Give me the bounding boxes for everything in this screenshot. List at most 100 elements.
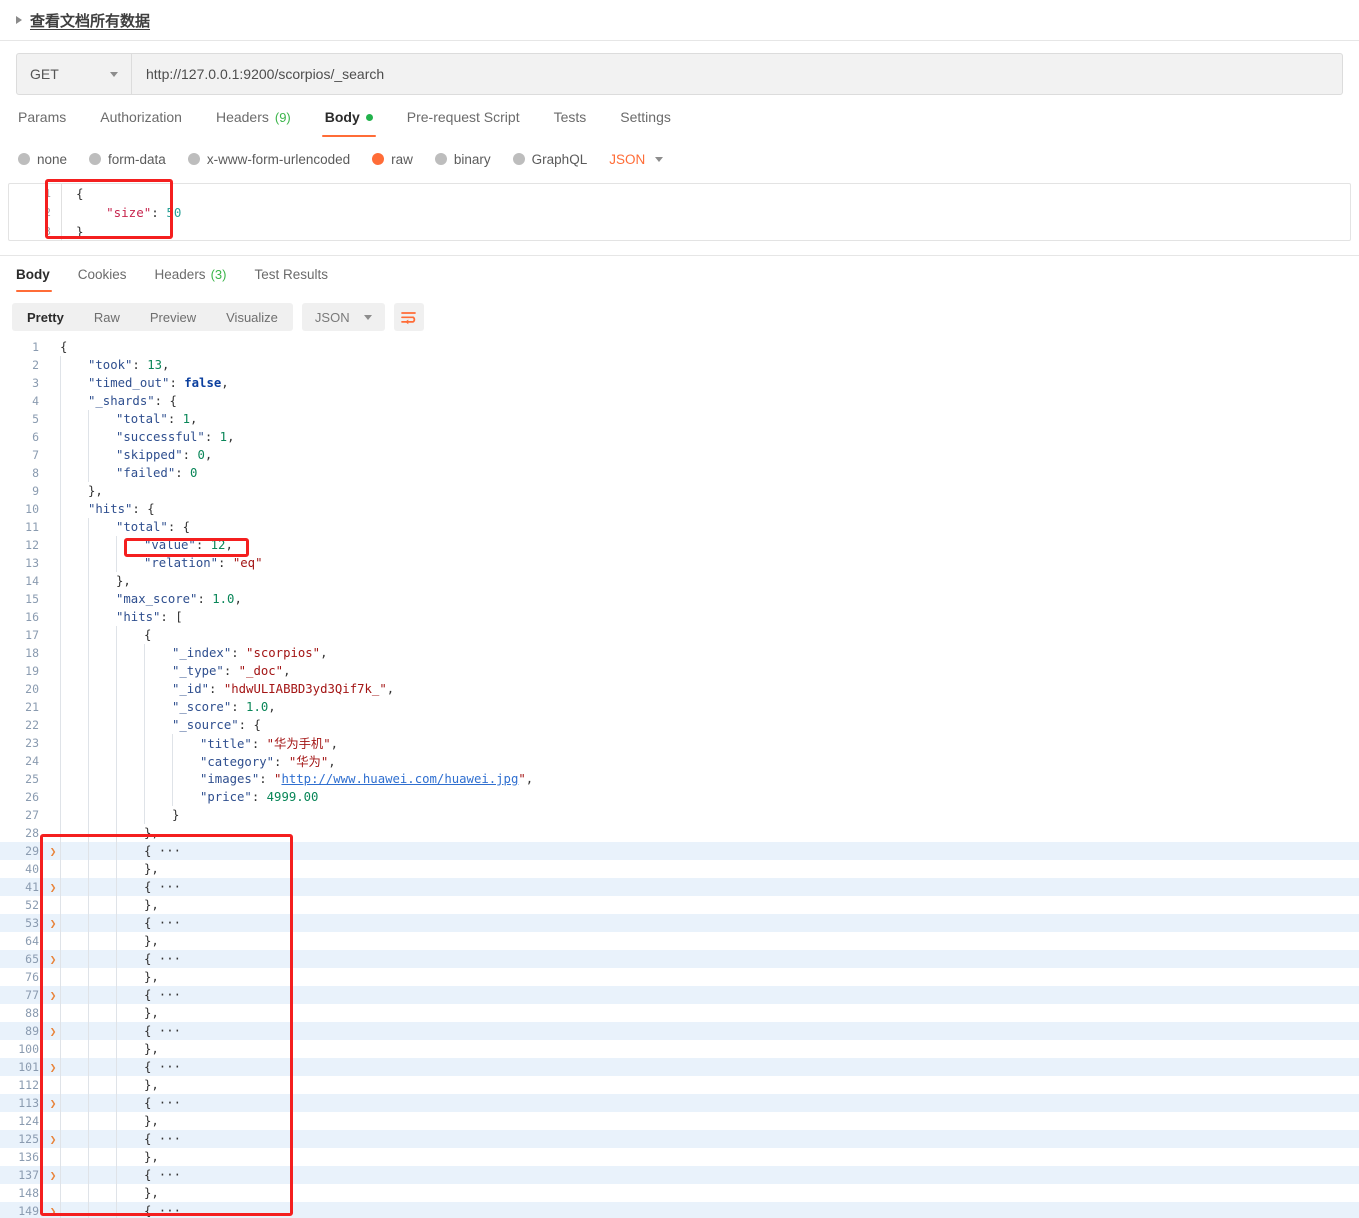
request-tab-tests[interactable]: Tests xyxy=(537,109,604,137)
indent-guide xyxy=(60,572,61,590)
body-type-none[interactable]: none xyxy=(18,152,67,167)
json-line: 26 "price": 4999.00 xyxy=(0,788,1359,806)
indent-guide xyxy=(88,1130,89,1148)
indent-guide xyxy=(116,896,117,914)
triangle-right-icon[interactable] xyxy=(16,16,22,24)
indent-guide xyxy=(88,446,89,464)
json-token: }, xyxy=(144,1186,159,1200)
request-body-editor[interactable]: 1{2 "size": 50 3} xyxy=(8,179,1351,241)
response-format-select[interactable]: JSON xyxy=(301,303,385,331)
indent-guide xyxy=(144,680,145,698)
code-text: { ··· xyxy=(144,916,181,930)
view-mode-raw[interactable]: Raw xyxy=(79,303,135,331)
indent-guides xyxy=(60,986,144,1004)
wrap-text-button[interactable] xyxy=(393,303,424,331)
chevron-right-icon[interactable]: ❯ xyxy=(46,881,60,894)
chevron-right-icon[interactable]: ❯ xyxy=(46,989,60,1002)
code-text: }, xyxy=(144,934,159,948)
url-input[interactable]: http://127.0.0.1:9200/scorpios/_search xyxy=(132,54,1342,94)
request-tab-authorization[interactable]: Authorization xyxy=(83,109,199,137)
body-type-binary[interactable]: binary xyxy=(434,152,491,167)
indent-guide xyxy=(88,518,89,536)
request-tab-headers[interactable]: Headers (9) xyxy=(199,109,308,137)
indent-guide xyxy=(172,734,173,752)
line-number: 53 xyxy=(25,916,39,930)
body-type-form-data[interactable]: form-data xyxy=(89,152,166,167)
request-tab-body[interactable]: Body xyxy=(308,109,390,137)
response-json-viewer[interactable]: 1{2 "took": 13, 3 "timed_out": false, 4 "_sha… xyxy=(0,338,1359,1218)
request-editor-line: 1{ xyxy=(9,184,1350,203)
indent-guide xyxy=(88,914,89,932)
json-token: { ··· xyxy=(144,1060,182,1074)
raw-format-select[interactable]: JSON xyxy=(609,152,645,167)
indent-guide xyxy=(144,698,145,716)
chevron-right-icon[interactable]: ❯ xyxy=(46,845,60,858)
json-folded-row[interactable]: 89 ❯ { ··· xyxy=(0,1022,1359,1040)
chevron-down-icon[interactable] xyxy=(655,156,664,162)
indent-guides xyxy=(60,806,172,824)
json-token: "华为手机" xyxy=(266,737,331,751)
indent-guides xyxy=(60,1166,144,1184)
json-token: , xyxy=(386,682,395,696)
indent-guides xyxy=(60,734,200,752)
chevron-right-icon[interactable]: ❯ xyxy=(46,1061,60,1074)
json-token: }, xyxy=(144,1078,159,1092)
json-line: 11 "total": { xyxy=(0,518,1359,536)
code-text: }, xyxy=(144,1150,159,1164)
line-number: 18 xyxy=(25,646,39,660)
line-number: 136 xyxy=(18,1150,39,1164)
url-bar: GET http://127.0.0.1:9200/scorpios/_sear… xyxy=(16,53,1343,95)
json-line: 52}, xyxy=(0,896,1359,914)
chevron-right-icon[interactable]: ❯ xyxy=(46,953,60,966)
indent-guide xyxy=(88,410,89,428)
json-token: "max_score" xyxy=(116,592,198,606)
view-mode-visualize[interactable]: Visualize xyxy=(211,303,293,331)
json-folded-row[interactable]: 53 ❯ { ··· xyxy=(0,914,1359,932)
chevron-right-icon[interactable]: ❯ xyxy=(46,1097,60,1110)
json-folded-row[interactable]: 101 ❯ { ··· xyxy=(0,1058,1359,1076)
chevron-right-icon[interactable]: ❯ xyxy=(46,1025,60,1038)
request-tab-params[interactable]: Params xyxy=(16,109,83,137)
json-folded-row[interactable]: 29 ❯ { ··· xyxy=(0,842,1359,860)
json-folded-row[interactable]: 125 ❯ { ··· xyxy=(0,1130,1359,1148)
request-tab-pre-request-script[interactable]: Pre-request Script xyxy=(390,109,537,137)
response-tab-test-results[interactable]: Test Results xyxy=(240,267,342,292)
json-folded-row[interactable]: 77 ❯ { ··· xyxy=(0,986,1359,1004)
response-tab-cookies[interactable]: Cookies xyxy=(64,267,141,292)
view-mode-preview[interactable]: Preview xyxy=(135,303,211,331)
body-type-graphql[interactable]: GraphQL xyxy=(512,152,587,167)
indent-guide xyxy=(88,626,89,644)
chevron-right-icon[interactable]: ❯ xyxy=(46,1169,60,1182)
request-editor-line: 2 "size": 50 xyxy=(9,203,1350,222)
json-token: "category" xyxy=(200,755,275,769)
response-tab-headers[interactable]: Headers (3) xyxy=(141,267,241,292)
chevron-right-icon[interactable]: ❯ xyxy=(46,1205,60,1218)
chevron-right-icon[interactable]: ❯ xyxy=(46,917,60,930)
line-number: 65 xyxy=(25,952,39,966)
json-folded-row[interactable]: 65 ❯ { ··· xyxy=(0,950,1359,968)
radio-icon xyxy=(512,153,525,165)
json-token: "skipped" xyxy=(116,448,183,462)
chevron-right-icon[interactable]: ❯ xyxy=(46,1133,60,1146)
request-tab-settings[interactable]: Settings xyxy=(603,109,688,137)
body-type-x-www-form-urlencoded[interactable]: x-www-form-urlencoded xyxy=(187,152,350,167)
view-mode-pretty[interactable]: Pretty xyxy=(12,303,79,331)
response-tab-body[interactable]: Body xyxy=(8,267,64,292)
method-select[interactable]: GET xyxy=(17,54,132,94)
indent-guide xyxy=(116,1040,117,1058)
json-folded-row[interactable]: 137 ❯ { ··· xyxy=(0,1166,1359,1184)
json-link[interactable]: http://www.huawei.com/huawei.jpg xyxy=(281,772,518,786)
indent-guide xyxy=(88,1166,89,1184)
body-type-raw[interactable]: raw xyxy=(372,152,413,167)
indent-guide xyxy=(60,590,61,608)
json-token: }, xyxy=(144,1042,159,1056)
response-toolbar: Pretty Raw Preview Visualize JSON xyxy=(0,292,1359,332)
json-folded-row[interactable]: 41 ❯ { ··· xyxy=(0,878,1359,896)
json-line: 12 "value": 12, xyxy=(0,536,1359,554)
indent-guide xyxy=(88,752,89,770)
json-token: { ··· xyxy=(144,988,182,1002)
json-folded-row[interactable]: 149 ❯ { ··· xyxy=(0,1202,1359,1218)
code-text: "_score": 1.0, xyxy=(172,700,276,714)
json-folded-row[interactable]: 113 ❯ { ··· xyxy=(0,1094,1359,1112)
code-text: { ··· xyxy=(144,1060,181,1074)
